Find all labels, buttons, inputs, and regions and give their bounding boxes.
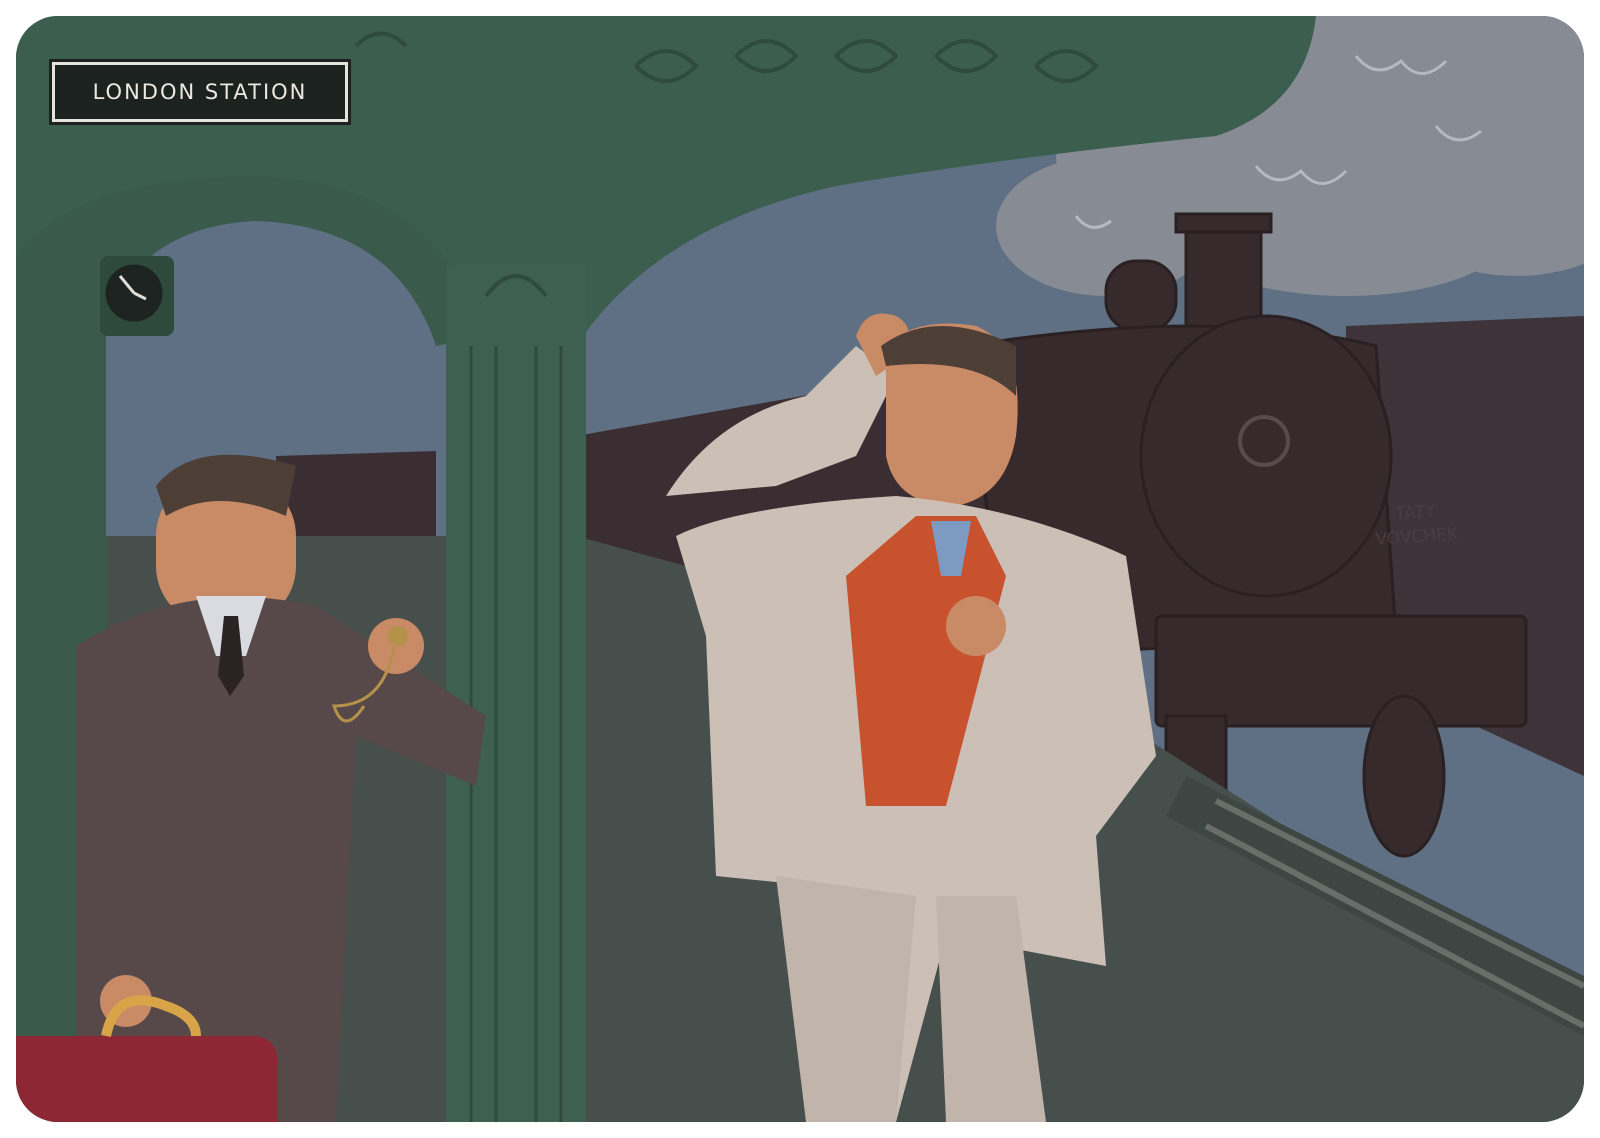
station-sign-text: LONDON STATION (92, 80, 308, 104)
left-carriage (276, 451, 436, 546)
clock-icon (100, 256, 174, 336)
artist-signature: TATY VOVCHEK (1359, 497, 1472, 553)
pavilion-column (446, 266, 586, 1122)
illustration-card: LONDON STATION TATY VOVCHEK (16, 16, 1584, 1122)
station-scene (16, 16, 1584, 1122)
london-station-sign: LONDON STATION (49, 59, 351, 125)
